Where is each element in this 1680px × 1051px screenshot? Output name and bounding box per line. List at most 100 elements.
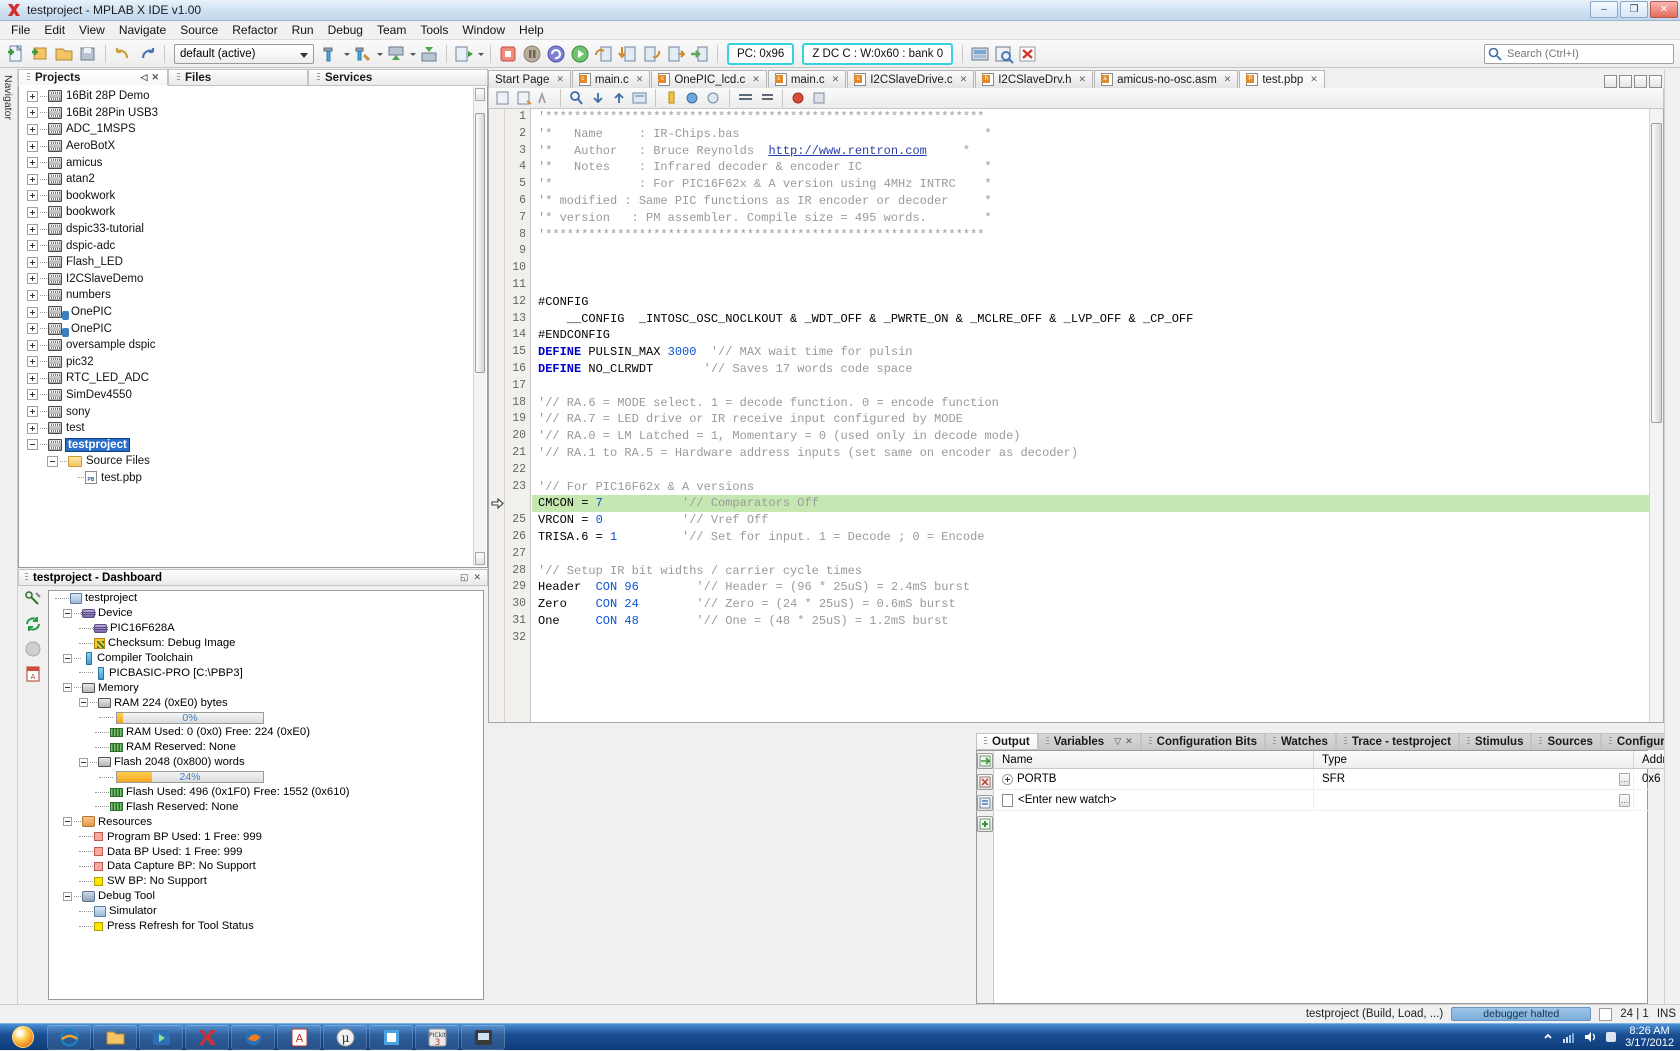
tree-expander-icon[interactable] [27, 190, 38, 201]
tree-expander-icon[interactable] [27, 323, 38, 334]
code-line[interactable]: '***************************************… [532, 227, 1649, 244]
close-panel-icon[interactable]: ✕ [473, 572, 481, 583]
project-tree-item[interactable]: Flash_LED [19, 254, 487, 271]
taskbar-app-office[interactable] [369, 1025, 413, 1050]
watch-column-header[interactable]: Name [994, 751, 1314, 768]
project-tree-item[interactable]: SimDev4550 [19, 387, 487, 404]
add-sfr-button[interactable] [977, 816, 993, 832]
menu-source[interactable]: Source [173, 21, 225, 39]
memory-view-button[interactable] [969, 43, 991, 65]
code-line[interactable]: Header CON 96 '// Header = (96 * 25uS) =… [532, 579, 1649, 596]
watch-view-button[interactable] [993, 43, 1015, 65]
editor-tab-controls[interactable] [1604, 75, 1664, 88]
dash-flash-reserved[interactable]: Flash Reserved: None [49, 799, 483, 814]
taskbar-app-media[interactable] [139, 1025, 183, 1050]
tree-expander-icon[interactable] [27, 439, 38, 450]
dash-memory-group[interactable]: Memory [49, 680, 483, 695]
tree-expander-icon[interactable] [27, 174, 38, 185]
code-line[interactable]: '* Name : IR-Chips.bas * [532, 126, 1649, 143]
dock-tab[interactable]: Variables▽✕ [1038, 733, 1141, 750]
project-tree-item[interactable]: bookwork [19, 188, 487, 205]
menu-run[interactable]: Run [285, 21, 321, 39]
dash-toolchain[interactable]: PICBASIC-PRO [C:\PBP3] [49, 665, 483, 680]
menu-debug[interactable]: Debug [321, 21, 370, 39]
editor-tab[interactable]: Start Page✕ [488, 70, 571, 88]
code-line[interactable]: Zero CON 24 '// Zero = (24 * 25uS) = 0.6… [532, 596, 1649, 613]
debug-project-button[interactable] [453, 43, 475, 65]
delete-watch-button[interactable] [977, 774, 993, 790]
tree-expander-icon[interactable] [27, 373, 38, 384]
editor-tab[interactable]: cmain.c✕ [768, 70, 846, 88]
code-line[interactable]: '// RA.6 = MODE select. 1 = decode funct… [532, 395, 1649, 412]
dash-checksum[interactable]: Checksum: Debug Image [49, 636, 483, 651]
dashboard-tree[interactable]: testprojectDevicePIC16F628AChecksum: Deb… [48, 590, 484, 1000]
code-line[interactable] [532, 630, 1649, 647]
drag-grip-icon[interactable] [27, 73, 30, 82]
menu-tools[interactable]: Tools [413, 21, 455, 39]
halt-button[interactable] [497, 43, 519, 65]
type-picker-button[interactable]: … [1619, 794, 1630, 807]
code-line[interactable]: '// For PIC16F62x & A versions [532, 479, 1649, 496]
code-line[interactable]: VRCON = 0 '// Vref Off [532, 512, 1649, 529]
device-datasheet-icon[interactable] [24, 640, 42, 658]
type-picker-button[interactable]: … [1619, 773, 1630, 786]
tree-expander-icon[interactable] [79, 758, 88, 767]
step-over-button[interactable] [593, 43, 615, 65]
dashboard-header-tools[interactable]: ◱ ✕ [460, 572, 481, 583]
code-line[interactable]: One CON 48 '// One = (48 * 25uS) = 1.2mS… [532, 613, 1649, 630]
system-tray[interactable]: 8:26 AM 3/17/2012 [1541, 1025, 1680, 1049]
code-line[interactable]: '* Author : Bruce Reynolds http://www.re… [532, 143, 1649, 160]
build-button[interactable] [319, 43, 341, 65]
close-panel-icon[interactable]: ✕ [151, 72, 159, 83]
close-tab-icon[interactable]: ✕ [1079, 74, 1087, 85]
drag-grip-icon[interactable] [1467, 737, 1470, 746]
toggle-breakpoint-button[interactable] [789, 89, 808, 107]
back-navigation-button[interactable] [493, 89, 512, 107]
scroll-up-arrow[interactable] [475, 88, 485, 101]
watch-row[interactable]: <Enter new watch>…… [994, 790, 1680, 811]
dash-debug-status[interactable]: Press Refresh for Tool Status [49, 919, 483, 934]
tree-expander-icon[interactable] [63, 817, 72, 826]
tree-expander-icon[interactable] [27, 340, 38, 351]
code-line[interactable]: CMCON = 7 '// Comparators Off [532, 495, 1649, 512]
close-tab-icon[interactable]: ✕ [1310, 74, 1318, 85]
left-tab-projects[interactable]: Projects◁✕ [18, 69, 168, 86]
dash-resource-row[interactable]: Program BP Used: 1 Free: 999 [49, 829, 483, 844]
dash-resource-row[interactable]: Data BP Used: 1 Free: 999 [49, 844, 483, 859]
configuration-combo[interactable]: default (active) [174, 44, 314, 64]
project-tree-item[interactable]: sony [19, 403, 487, 420]
left-tab-files[interactable]: Files [168, 69, 308, 86]
close-tab-icon[interactable]: ✕ [556, 74, 564, 85]
project-tree-item[interactable]: 16Bit 28Pin USB3 [19, 105, 487, 122]
watch-table-rows[interactable]: PORTBSFR…0x60x00…<Enter new watch>…… [994, 769, 1680, 811]
minimize-button[interactable]: – [1590, 1, 1618, 18]
project-tree-item[interactable]: atan2 [19, 171, 487, 188]
start-button[interactable] [0, 1024, 46, 1050]
tree-expander-icon[interactable] [47, 456, 58, 467]
stop-macro-button[interactable] [810, 89, 829, 107]
last-edit-button[interactable] [535, 89, 554, 107]
dash-resources-group[interactable]: Resources [49, 814, 483, 829]
tree-expander-icon[interactable] [27, 389, 38, 400]
menu-view[interactable]: View [72, 21, 112, 39]
editor-tab[interactable]: cOnePIC_lcd.c✕ [651, 70, 767, 88]
code-line[interactable] [532, 546, 1649, 563]
forward-navigation-button[interactable] [514, 89, 533, 107]
scroll-tabs-left-icon[interactable] [1604, 75, 1617, 88]
network-icon[interactable] [1562, 1030, 1576, 1044]
project-tree-item[interactable]: I2CSlaveDemo [19, 271, 487, 288]
menu-file[interactable]: File [4, 21, 37, 39]
find-next-button[interactable] [609, 89, 628, 107]
dash-root[interactable]: testproject [49, 591, 483, 606]
code-line[interactable]: DEFINE PULSIN_MAX 3000 '// MAX wait time… [532, 344, 1649, 361]
project-tree-item[interactable]: 16Bit 28P Demo [19, 88, 487, 105]
editor-toolbar[interactable] [488, 88, 1664, 109]
bottom-dock-tabs[interactable]: OutputVariables▽✕Configuration BitsWatch… [976, 733, 1648, 750]
project-tree-item[interactable]: amicus [19, 154, 487, 171]
show-hidden-icons-icon[interactable] [1541, 1030, 1555, 1044]
code-line[interactable]: '// Setup IR bit widths / carrier cycle … [532, 563, 1649, 580]
drag-grip-icon[interactable] [1046, 737, 1049, 746]
taskbar[interactable]: A μ PICkit3 8:26 AM 3/17/2012 [0, 1023, 1680, 1050]
drag-grip-icon[interactable] [25, 573, 28, 582]
tree-expander-icon[interactable] [27, 224, 38, 235]
